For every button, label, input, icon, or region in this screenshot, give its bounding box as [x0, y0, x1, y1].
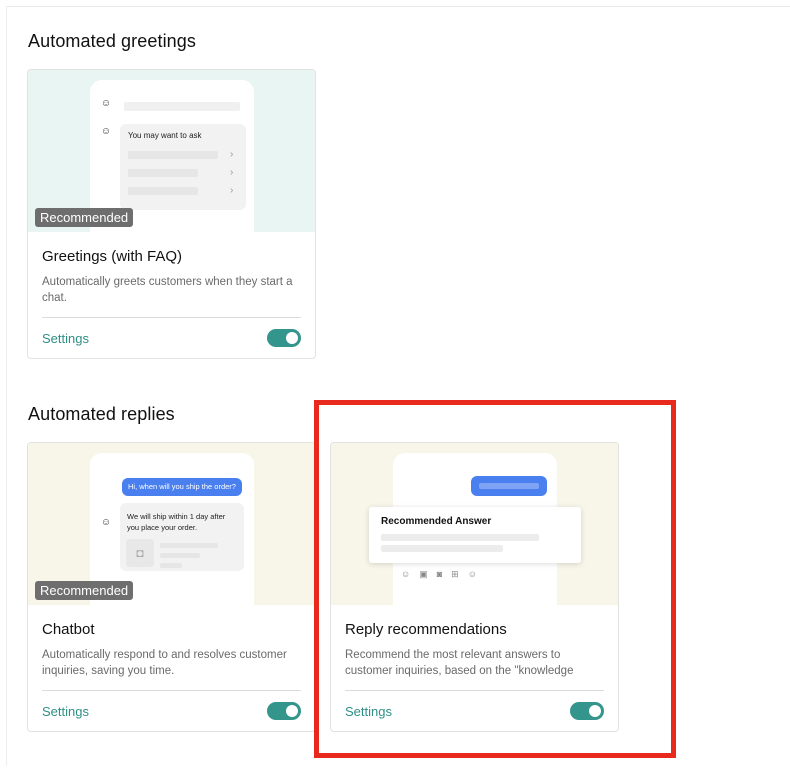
answer-line-1: We will ship within 1 day after: [127, 512, 226, 521]
robot-icon: ☺: [100, 98, 112, 109]
robot-icon[interactable]: ☺: [468, 569, 486, 579]
customer-message-bubble: [471, 476, 547, 496]
recommended-answer-title: Recommended Answer: [381, 516, 492, 527]
faq-box: You may want to ask › › ›: [120, 124, 246, 210]
card-title: Greetings (with FAQ): [42, 248, 183, 265]
bag-icon: ◘: [126, 539, 154, 567]
card-preview: Hi, when will you ship the order? ☺ We w…: [28, 443, 315, 605]
card-chatbot: Hi, when will you ship the order? ☺ We w…: [27, 442, 316, 732]
enable-toggle[interactable]: [267, 329, 301, 347]
card-title: Reply recommendations: [345, 621, 507, 638]
product-line: [160, 553, 200, 558]
answer-line-2: you place your order.: [127, 523, 198, 532]
settings-link[interactable]: Settings: [345, 704, 392, 719]
card-description: Recommend the most relevant answers to c…: [345, 649, 574, 677]
card-description: Automatically respond to and resolves cu…: [42, 649, 287, 677]
card-preview: ☺▣◙⊞☺ Recommended Answer: [331, 443, 618, 605]
toggle-knob: [286, 705, 298, 717]
customer-question-bubble: Hi, when will you ship the order?: [122, 478, 242, 496]
message-placeholder: [479, 483, 539, 489]
card-body: Chatbot Automatically respond to and res…: [42, 621, 301, 679]
robot-icon: ☺: [100, 126, 112, 137]
toggle-knob: [286, 332, 298, 344]
chevron-right-icon: ›: [230, 149, 234, 160]
card-divider: [42, 317, 301, 318]
card-body: Greetings (with FAQ) Automatically greet…: [42, 248, 301, 306]
chat-toolbar: ☺▣◙⊞☺: [401, 569, 486, 580]
enable-toggle[interactable]: [267, 702, 301, 720]
bot-answer-box: We will ship within 1 day after you plac…: [120, 503, 244, 571]
card-preview: ☺ ☺ You may want to ask › › › Recommende…: [28, 70, 315, 232]
robot-icon: ☺: [100, 517, 112, 528]
top-divider: [6, 6, 790, 7]
chevron-right-icon: ›: [230, 185, 234, 196]
image-icon[interactable]: ▣: [419, 569, 437, 579]
enable-toggle[interactable]: [570, 702, 604, 720]
product-line: [160, 543, 218, 548]
left-divider: [6, 6, 7, 766]
faq-line: [128, 169, 198, 177]
chevron-right-icon: ›: [230, 167, 234, 178]
recommended-answer-card: Recommended Answer: [369, 507, 581, 563]
card-divider: [42, 690, 301, 691]
product-line: [160, 563, 182, 568]
card-reply-recommendations: ☺▣◙⊞☺ Recommended Answer Reply recommend…: [330, 442, 619, 732]
card-divider: [345, 690, 604, 691]
card-description: Automatically greets customers when they…: [42, 276, 293, 304]
answer-line: [381, 545, 503, 552]
settings-link[interactable]: Settings: [42, 704, 89, 719]
answer-line: [381, 534, 539, 541]
video-icon[interactable]: ◙: [437, 569, 451, 579]
toggle-knob: [589, 705, 601, 717]
recommended-badge: Recommended: [35, 581, 134, 600]
settings-link[interactable]: Settings: [42, 331, 89, 346]
card-greetings-faq: ☺ ☺ You may want to ask › › › Recommende…: [27, 69, 316, 359]
recommended-badge: Recommended: [35, 208, 134, 227]
section-title-greetings: Automated greetings: [28, 31, 197, 51]
message-placeholder: [124, 102, 240, 111]
faq-line: [128, 151, 218, 159]
section-title-replies: Automated replies: [28, 404, 175, 424]
faq-line: [128, 187, 198, 195]
card-body: Reply recommendations Recommend the most…: [345, 621, 604, 679]
faq-prompt: You may want to ask: [128, 131, 202, 140]
emoji-icon[interactable]: ☺: [401, 569, 419, 579]
product-icon[interactable]: ⊞: [451, 569, 468, 579]
card-title: Chatbot: [42, 621, 95, 638]
automation-settings-page: Automated greetings ☺ ☺ You may want to …: [0, 0, 790, 784]
